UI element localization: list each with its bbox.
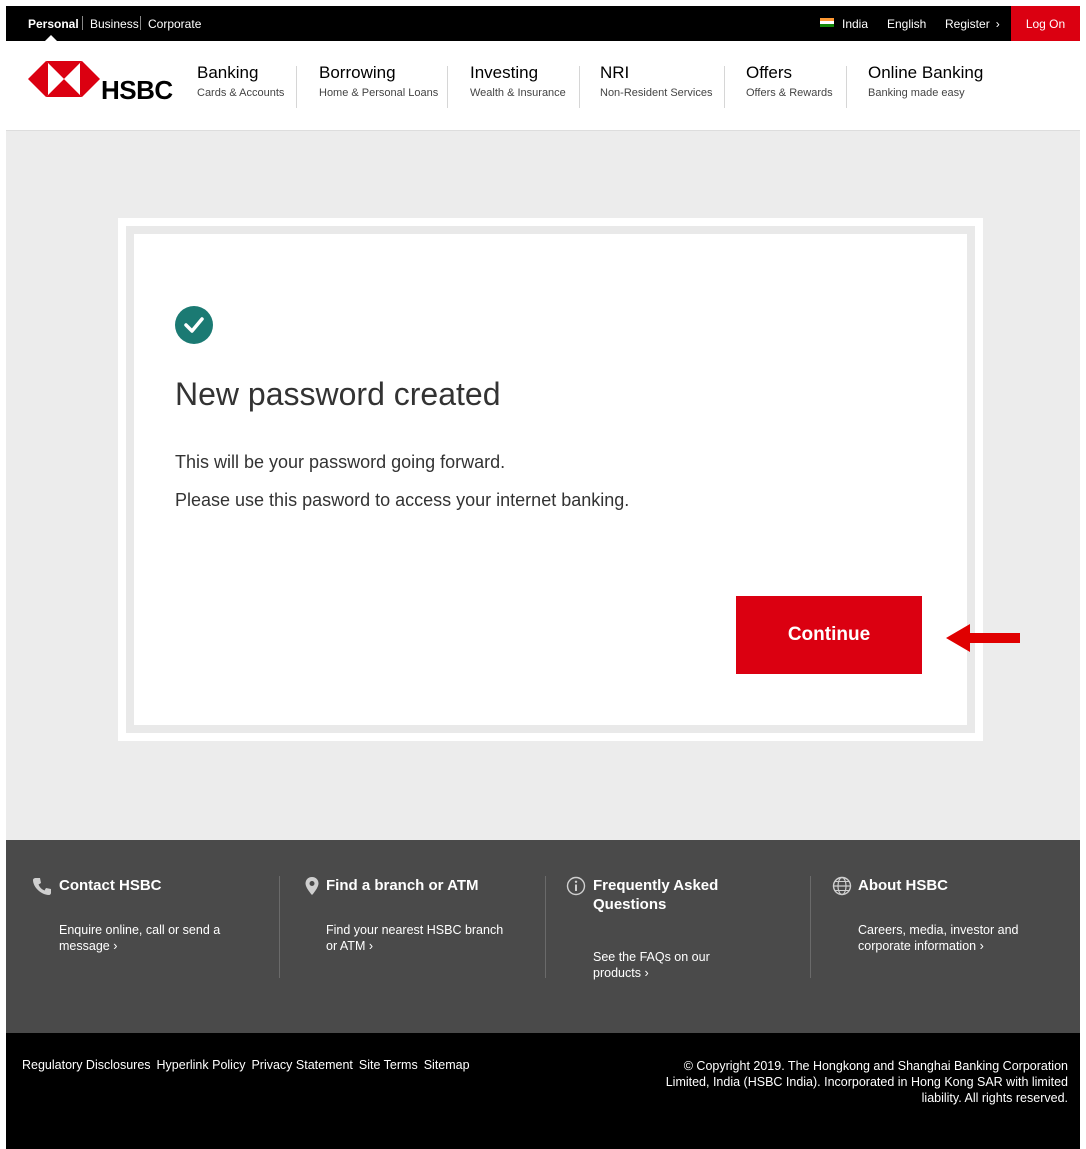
brand-name: HSBC (101, 75, 173, 105)
copyright-notice: © Copyright 2019. The Hongkong and Shang… (648, 1058, 1068, 1106)
legal-links: Regulatory Disclosures Hyperlink Policy … (22, 1058, 470, 1072)
nav-borrowing[interactable]: Borrowing Home & Personal Loans (319, 63, 438, 99)
copyright-line: Limited, India (HSBC India). Incorporate… (665, 1075, 1068, 1089)
main-header: HSBC Banking Cards & Accounts Borrowing … (6, 41, 1080, 131)
confirmation-title: New password created (175, 376, 501, 412)
divider (447, 66, 448, 108)
chevron-right-icon: › (995, 16, 1000, 31)
india-flag-icon (820, 18, 834, 27)
country-selector[interactable]: India (842, 6, 868, 41)
divider (846, 66, 847, 108)
nav-offers[interactable]: Offers Offers & Rewards (746, 63, 833, 99)
about-text-2: corporate information (858, 939, 977, 953)
red-pointer-arrow-icon (946, 624, 1020, 652)
chevron-right-icon: › (368, 939, 374, 953)
info-circle-icon (566, 876, 586, 896)
contact-hsbc-link[interactable]: Contact HSBC (59, 876, 162, 895)
divider (579, 66, 580, 108)
divider (296, 66, 297, 108)
continue-button[interactable]: Continue (736, 596, 922, 674)
faq-text: See the FAQs on our (593, 950, 710, 964)
site-terms-link[interactable]: Site Terms (359, 1058, 418, 1072)
confirmation-message-2: Please use this pasword to access your i… (175, 490, 630, 510)
nav-title: Offers (746, 63, 792, 82)
nav-subtitle: Offers & Rewards (746, 87, 833, 99)
copyright-line: liability. All rights reserved. (921, 1091, 1068, 1105)
faq-text-2: products (593, 966, 641, 980)
faq-title-1: Frequently Asked (593, 877, 719, 894)
faq-text-link[interactable]: products › (593, 965, 649, 981)
copyright-line: © Copyright 2019. The Hongkong and Shang… (683, 1059, 1068, 1073)
nav-subtitle: Wealth & Insurance (470, 87, 566, 99)
find-branch-link[interactable]: Find a branch or ATM (326, 876, 479, 895)
footer: Contact HSBC Enquire online, call or sen… (6, 840, 1080, 1033)
branch-text: Find your nearest HSBC branch (326, 923, 504, 937)
top-bar: Personal Business Corporate India Englis… (6, 6, 1080, 41)
globe-icon (832, 876, 852, 896)
register-link[interactable]: Register › (945, 6, 1000, 41)
contact-text: Enquire online, call or send a (59, 923, 221, 937)
confirmation-message-1: This will be your password going forward… (175, 452, 506, 472)
divider (724, 66, 725, 108)
legal-bar: Regulatory Disclosures Hyperlink Policy … (6, 1033, 1080, 1149)
log-on-button[interactable]: Log On (1011, 6, 1080, 41)
privacy-statement-link[interactable]: Privacy Statement (251, 1058, 352, 1072)
nav-subtitle: Home & Personal Loans (319, 87, 439, 99)
segment-corporate[interactable]: Corporate (148, 6, 201, 41)
divider (279, 876, 280, 978)
sitemap-link[interactable]: Sitemap (424, 1058, 470, 1072)
phone-icon (33, 878, 51, 895)
nav-title: Online Banking (868, 63, 984, 82)
divider (82, 16, 83, 30)
branch-text-2: or ATM (326, 939, 366, 953)
regulatory-disclosures-link[interactable]: Regulatory Disclosures (22, 1058, 151, 1072)
divider (810, 876, 811, 978)
branch-text-link[interactable]: or ATM › (326, 938, 373, 954)
nav-subtitle: Banking made easy (868, 87, 965, 99)
page: Personal Business Corporate India Englis… (6, 6, 1080, 1149)
nav-title: Investing (470, 63, 539, 82)
chevron-right-icon: › (979, 939, 984, 953)
nav-investing[interactable]: Investing Wealth & Insurance (470, 63, 566, 99)
nav-title: NRI (600, 63, 630, 82)
chevron-right-icon: › (644, 966, 649, 980)
nav-banking[interactable]: Banking Cards & Accounts (197, 63, 284, 99)
hsbc-hexagon-logo-icon[interactable] (28, 61, 100, 97)
nav-subtitle: Non-Resident Services (600, 87, 713, 99)
register-label: Register (945, 16, 990, 31)
language-selector[interactable]: English (887, 6, 926, 41)
chevron-right-icon: › (113, 939, 118, 953)
divider (140, 16, 141, 30)
divider (545, 876, 546, 978)
nav-title: Banking (197, 63, 259, 82)
nav-online-banking[interactable]: Online Banking Banking made easy (868, 63, 983, 99)
nav-subtitle: Cards & Accounts (197, 87, 285, 99)
faq-title-2: Questions (593, 896, 667, 913)
nav-title: Borrowing (319, 63, 396, 82)
checkmark-circle-icon (175, 306, 213, 344)
about-hsbc-link[interactable]: About HSBC (858, 876, 948, 895)
hyperlink-policy-link[interactable]: Hyperlink Policy (157, 1058, 246, 1072)
contact-text-2: message (59, 939, 110, 953)
about-text: Careers, media, investor and (858, 923, 1019, 937)
faq-link[interactable]: Frequently Asked Questions (593, 876, 718, 914)
location-pin-icon (305, 877, 319, 895)
about-text-link[interactable]: corporate information › (858, 938, 984, 954)
segment-business[interactable]: Business (90, 6, 139, 41)
nav-nri[interactable]: NRI Non-Resident Services (600, 63, 713, 99)
contact-text-link[interactable]: message › (59, 938, 117, 954)
